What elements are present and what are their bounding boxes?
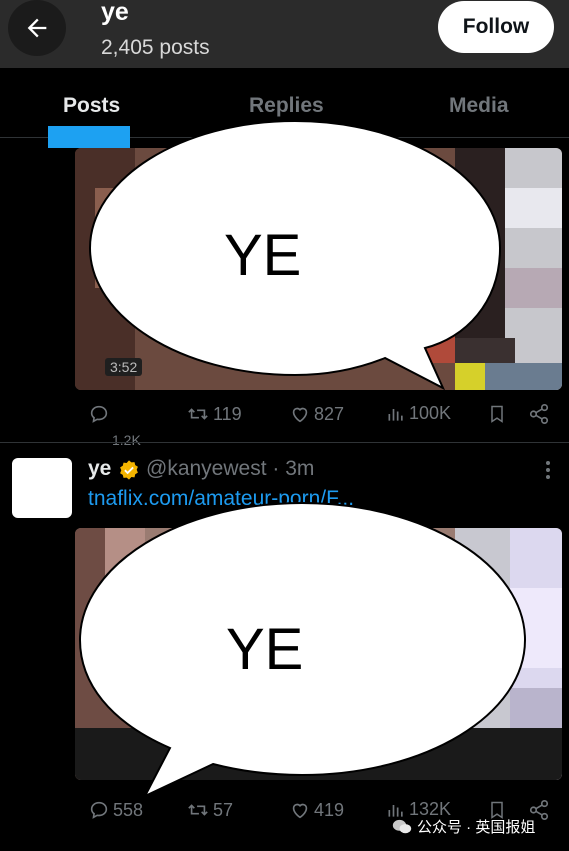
views-button[interactable]: 100K <box>386 403 451 424</box>
bubble-text-1: YE <box>224 223 302 288</box>
watermark-text: 公众号 · 英国报姐 <box>417 819 536 836</box>
bubble-text-2: YE <box>226 617 304 682</box>
like-count: 827 <box>314 403 345 424</box>
avatar[interactable] <box>12 458 72 518</box>
follow-button[interactable]: Follow <box>438 1 554 53</box>
retweet-icon <box>188 408 208 420</box>
retweet-count: 57 <box>213 799 234 820</box>
profile-name: ye <box>101 0 129 26</box>
bookmark-icon <box>491 405 503 423</box>
wechat-icon <box>392 819 412 833</box>
like-button[interactable]: 419 <box>289 799 344 821</box>
post-divider <box>0 442 569 443</box>
views-icon <box>388 408 403 421</box>
heart-icon <box>292 407 308 423</box>
heart-icon <box>292 803 308 819</box>
reply-icon <box>90 405 108 423</box>
like-count: 419 <box>314 799 345 820</box>
retweet-icon <box>188 804 208 816</box>
reply-count: 558 <box>113 799 144 820</box>
retweet-count: 119 <box>213 403 242 424</box>
profile-header: ye 2,405 posts Follow <box>0 0 569 68</box>
reply-button[interactable] <box>88 403 110 425</box>
tab-posts[interactable]: Posts <box>63 94 120 118</box>
like-button[interactable]: 827 <box>289 403 344 425</box>
post-author-handle[interactable]: @kanyewest · 3m <box>146 457 314 481</box>
post-author-name[interactable]: ye <box>88 457 111 481</box>
watermark: 公众号 · 英国报姐 <box>392 816 535 837</box>
arrow-left-icon <box>27 18 47 38</box>
more-options-icon[interactable] <box>541 459 555 481</box>
verified-badge-icon <box>120 460 138 480</box>
share-icon <box>529 404 549 424</box>
retweet-button[interactable]: 119 <box>186 403 242 425</box>
view-count: 100K <box>409 403 452 423</box>
retweet-button[interactable]: 57 <box>186 799 233 821</box>
bookmark-button[interactable] <box>487 403 507 425</box>
post1-action-bar: 119 827 100K <box>0 403 569 433</box>
back-button[interactable] <box>8 0 66 56</box>
reply-icon <box>90 801 108 819</box>
truncated-count: 1.2K <box>112 432 141 448</box>
reply-button[interactable]: 558 <box>88 799 143 821</box>
tab-media[interactable]: Media <box>449 94 509 118</box>
post-count: 2,405 posts <box>101 36 210 59</box>
share-button[interactable] <box>528 403 550 425</box>
tab-replies[interactable]: Replies <box>249 94 324 118</box>
